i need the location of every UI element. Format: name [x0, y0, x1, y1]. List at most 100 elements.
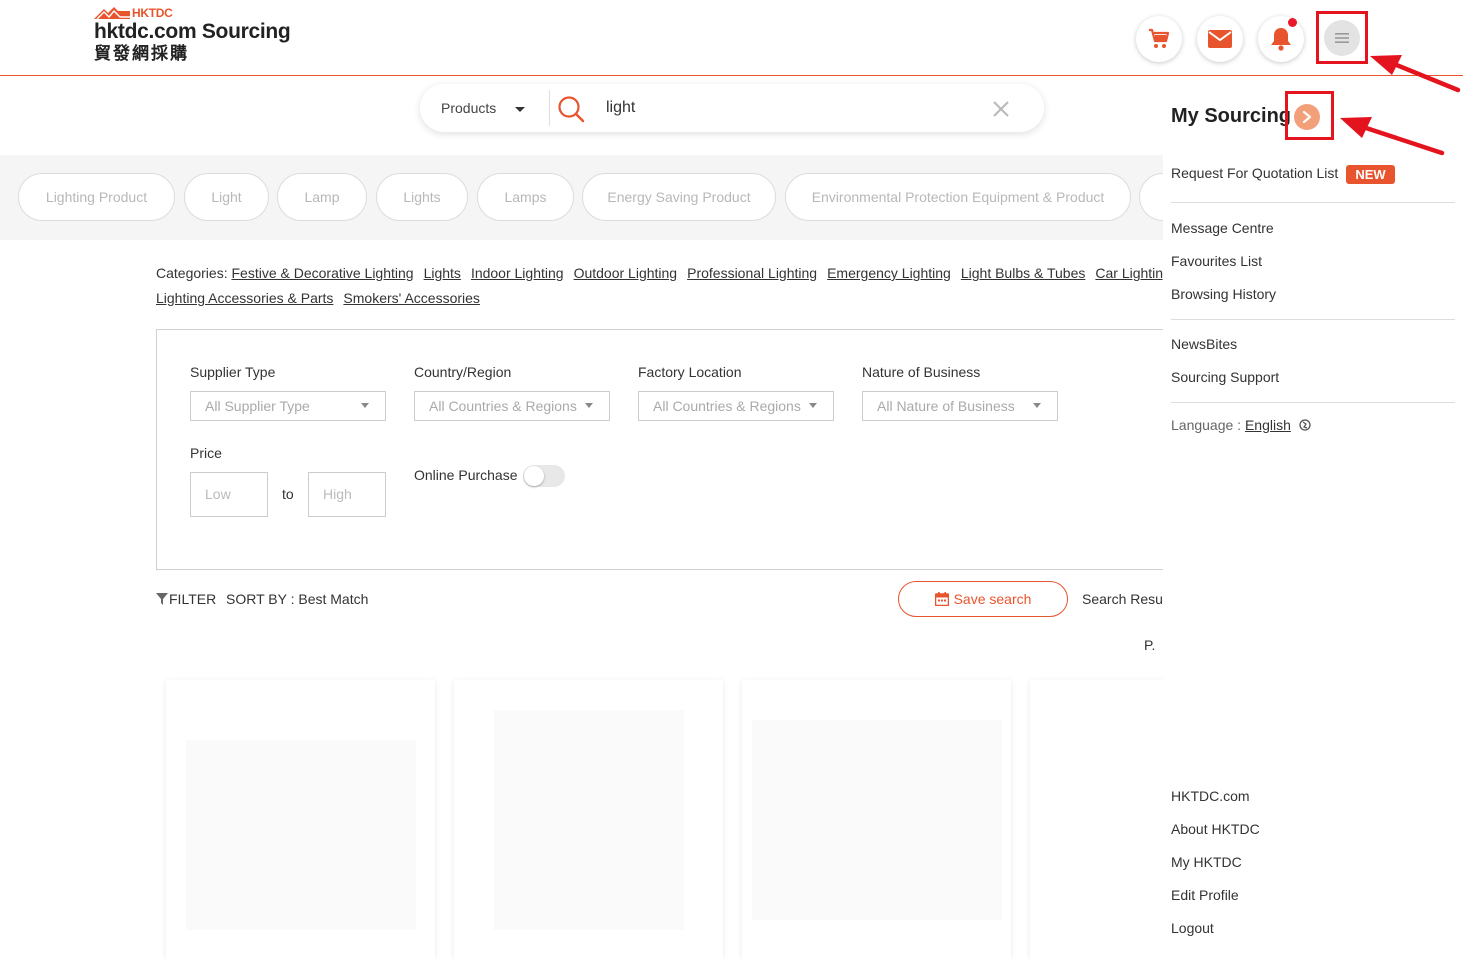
- category-link[interactable]: Smokers' Accessories: [343, 290, 480, 306]
- price-high-input[interactable]: High: [308, 472, 386, 517]
- caret-down-icon[interactable]: [515, 107, 525, 112]
- caret-down-icon: [585, 403, 593, 408]
- category-link[interactable]: Outdoor Lighting: [574, 265, 678, 281]
- divider: [1171, 402, 1455, 403]
- mail-icon: [1208, 30, 1232, 48]
- keyword-chip[interactable]: Lights: [376, 173, 468, 221]
- calendar-icon: [934, 592, 949, 606]
- panel-title: My Sourcing: [1171, 105, 1292, 127]
- online-purchase-toggle[interactable]: [523, 465, 565, 487]
- language-row: Language : English: [1171, 417, 1311, 433]
- language-selector[interactable]: English: [1245, 417, 1291, 433]
- logo-chinese-title: 貿發網採購: [94, 44, 189, 64]
- notification-button[interactable]: [1258, 16, 1304, 62]
- globe-icon: [1299, 419, 1311, 431]
- clear-icon[interactable]: [992, 100, 1010, 123]
- annotation-box-menu: [1316, 11, 1368, 64]
- bell-icon: [1271, 28, 1291, 51]
- categories-row-2: Lighting Accessories & Parts Smokers' Acc…: [156, 288, 490, 308]
- product-image-placeholder: [186, 740, 416, 930]
- supplier-type-value: All Supplier Type: [205, 398, 310, 414]
- keyword-chip[interactable]: Light: [184, 173, 269, 221]
- search-divider: [549, 90, 550, 126]
- caret-down-icon: [809, 403, 817, 408]
- header: HKTDC hktdc.com Sourcing 貿發網採購: [0, 0, 1463, 76]
- country-region-select[interactable]: All Countries & Regions: [414, 391, 610, 421]
- annotation-box-expand: [1285, 91, 1334, 140]
- nature-of-business-select[interactable]: All Nature of Business: [862, 391, 1058, 421]
- save-search-button[interactable]: Save search: [898, 581, 1068, 617]
- divider: [1171, 202, 1455, 203]
- caret-down-icon: [1033, 403, 1041, 408]
- favourites-list-link[interactable]: Favourites List: [1171, 253, 1262, 269]
- product-card[interactable]: [742, 680, 1011, 959]
- cart-button[interactable]: [1136, 16, 1182, 62]
- category-link[interactable]: Professional Lighting: [687, 265, 817, 281]
- product-card[interactable]: [166, 680, 435, 959]
- category-link[interactable]: Indoor Lighting: [471, 265, 564, 281]
- search-icon[interactable]: [557, 95, 585, 128]
- search-input[interactable]: light: [606, 99, 635, 117]
- related-keywords-band: Lighting Product Light Lamp Lights Lamps…: [0, 155, 1199, 240]
- category-link[interactable]: Lights: [424, 265, 461, 281]
- categories-label: Categories:: [156, 265, 228, 281]
- filter-label: FILTER: [169, 591, 217, 607]
- category-link[interactable]: Lighting Accessories & Parts: [156, 290, 333, 306]
- newsbites-link[interactable]: NewsBites: [1171, 336, 1237, 352]
- online-purchase-label: Online Purchase: [414, 467, 518, 483]
- pagination-label: P.: [1144, 637, 1156, 653]
- keyword-chip[interactable]: Environmental Protection Equipment & Pro…: [785, 173, 1131, 221]
- search-type-dropdown[interactable]: Products: [441, 100, 496, 116]
- supplier-type-label: Supplier Type: [190, 364, 276, 380]
- hktdc-com-link[interactable]: HKTDC.com: [1171, 788, 1250, 804]
- my-hktdc-link[interactable]: My HKTDC: [1171, 854, 1242, 870]
- categories-row: Categories: Festive & Decorative Lightin…: [156, 258, 1166, 288]
- funnel-icon: [156, 593, 168, 605]
- filter-button[interactable]: FILTER: [156, 591, 216, 607]
- sort-by-dropdown[interactable]: SORT BY : Best Match: [226, 591, 368, 607]
- factory-location-label: Factory Location: [638, 364, 742, 380]
- keyword-chip[interactable]: Lamp: [277, 173, 367, 221]
- product-image-placeholder: [494, 710, 684, 930]
- keyword-chip[interactable]: Lamps: [477, 173, 574, 221]
- category-link[interactable]: Festive & Decorative Lighting: [231, 265, 413, 281]
- nature-of-business-value: All Nature of Business: [877, 398, 1015, 414]
- search-result-count: Search Resul: [1082, 591, 1167, 607]
- page: HKTDC hktdc.com Sourcing 貿發網採購 Products …: [0, 0, 1463, 959]
- notification-dot: [1288, 18, 1297, 27]
- save-search-label: Save search: [953, 591, 1032, 607]
- supplier-type-select[interactable]: All Supplier Type: [190, 391, 386, 421]
- logo-brand-row: HKTDC: [94, 6, 290, 20]
- hktdc-logo[interactable]: HKTDC hktdc.com Sourcing 貿發網採購: [94, 6, 291, 64]
- logo-title: hktdc.com Sourcing: [94, 20, 291, 43]
- keyword-chip[interactable]: Energy Saving Product: [582, 173, 776, 221]
- about-hktdc-link[interactable]: About HKTDC: [1171, 821, 1260, 837]
- message-centre-link[interactable]: Message Centre: [1171, 220, 1274, 236]
- logout-link[interactable]: Logout: [1171, 920, 1214, 936]
- category-link[interactable]: Light Bulbs & Tubes: [961, 265, 1086, 281]
- country-region-label: Country/Region: [414, 364, 512, 380]
- new-badge: NEW: [1346, 165, 1395, 184]
- product-card[interactable]: [454, 680, 723, 959]
- browsing-history-link[interactable]: Browsing History: [1171, 286, 1276, 302]
- price-label: Price: [190, 445, 222, 461]
- keyword-chip[interactable]: Lighting Product: [18, 173, 175, 221]
- my-sourcing-panel: My Sourcing Request For Quotation List NE…: [1163, 76, 1463, 959]
- logo-brand-text: HKTDC: [132, 6, 173, 20]
- category-link[interactable]: Car Lighting: [1095, 265, 1166, 281]
- search-bar: Products light: [420, 84, 1044, 132]
- edit-profile-link[interactable]: Edit Profile: [1171, 887, 1239, 903]
- price-to-label: to: [282, 486, 294, 502]
- caret-down-icon: [361, 403, 369, 408]
- hktdc-sail-icon: [94, 7, 130, 19]
- mail-button[interactable]: [1197, 16, 1243, 62]
- product-image-placeholder: [752, 720, 1002, 920]
- factory-location-select[interactable]: All Countries & Regions: [638, 391, 834, 421]
- cart-icon: [1149, 28, 1170, 48]
- rfq-list-link[interactable]: Request For Quotation List NEW: [1171, 165, 1395, 184]
- category-link[interactable]: Emergency Lighting: [827, 265, 951, 281]
- sourcing-support-link[interactable]: Sourcing Support: [1171, 369, 1279, 385]
- price-low-input[interactable]: Low: [190, 472, 268, 517]
- language-label: Language :: [1171, 417, 1245, 433]
- toggle-knob: [524, 466, 544, 486]
